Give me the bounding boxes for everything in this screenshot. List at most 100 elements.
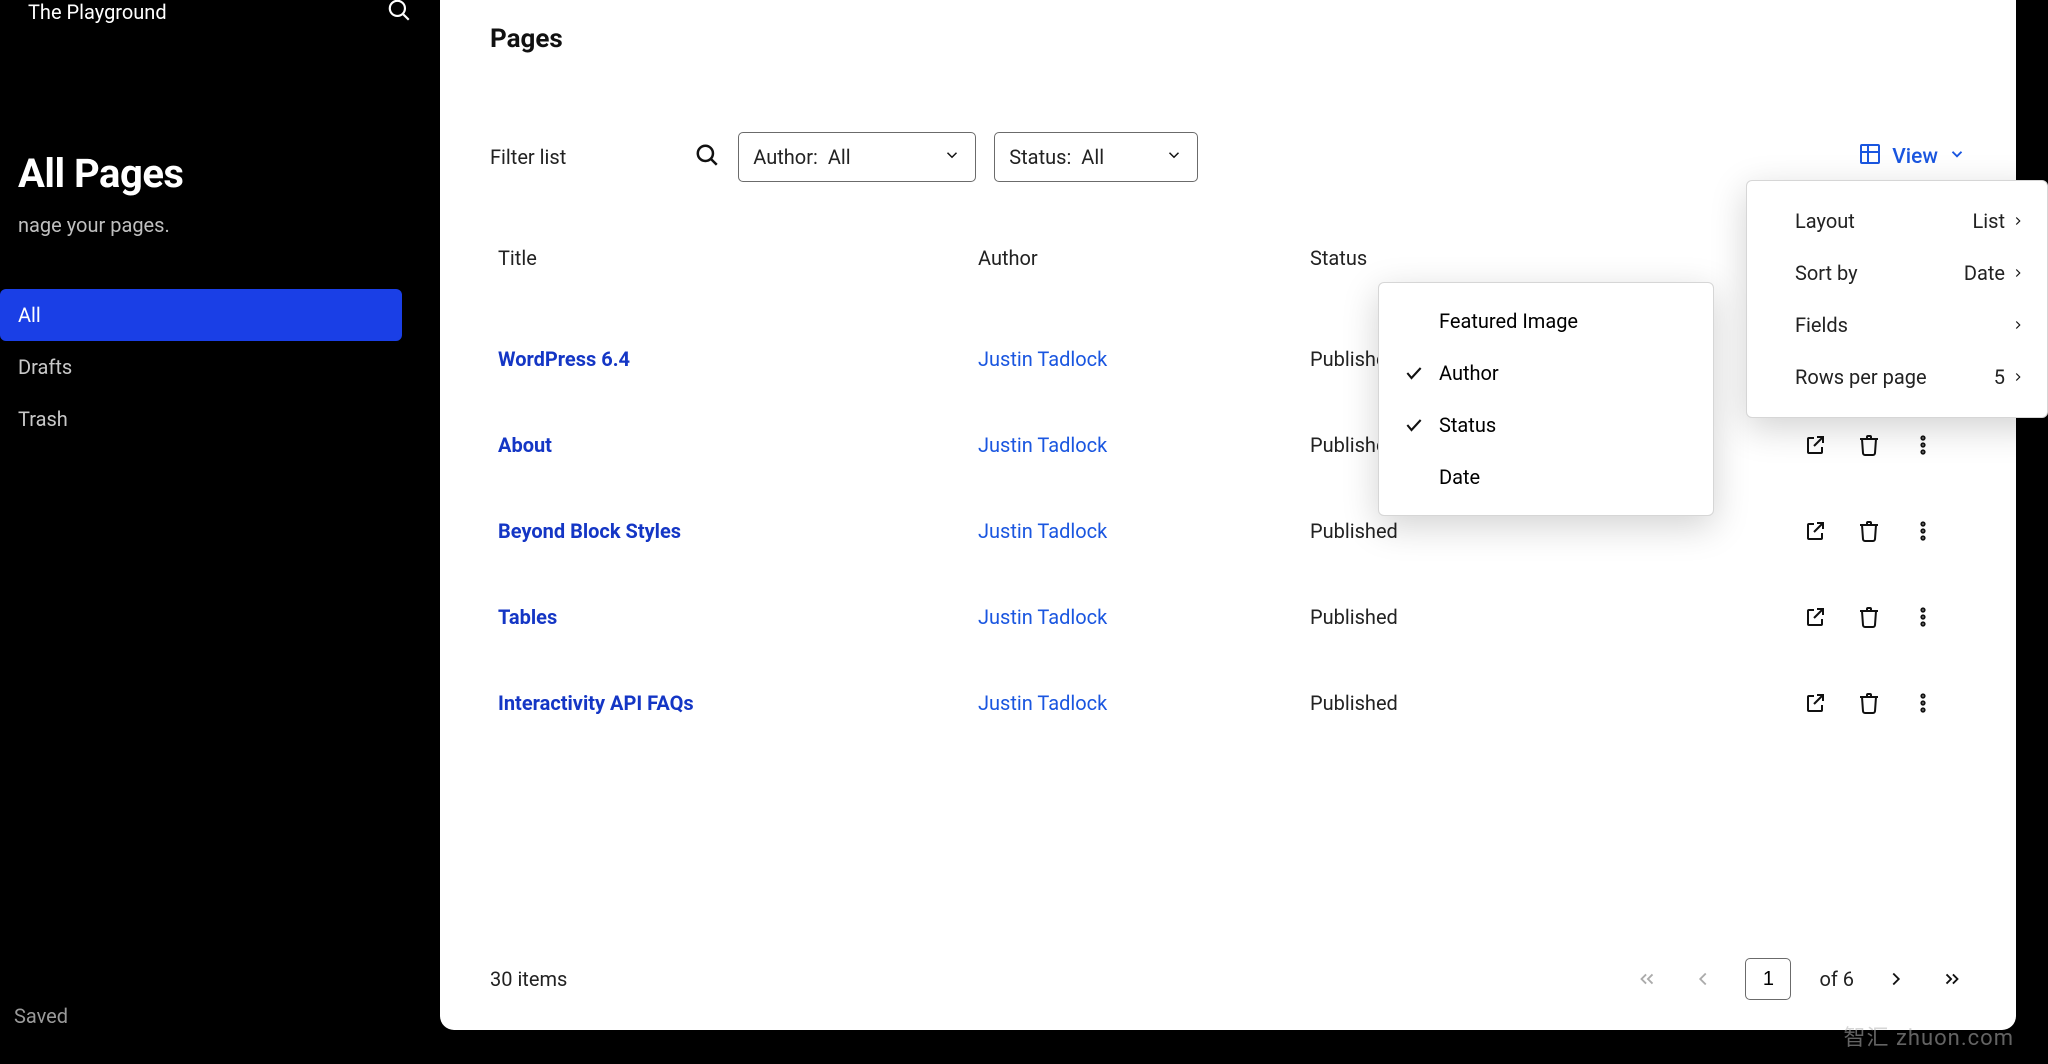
sidebar: The Playground All Pages nage your pages… bbox=[0, 0, 440, 1064]
trash-icon[interactable] bbox=[1854, 516, 1884, 546]
page-subheading: nage your pages. bbox=[18, 197, 412, 237]
more-actions-icon[interactable] bbox=[1908, 688, 1938, 718]
search-icon[interactable] bbox=[386, 0, 412, 27]
page-status: Published bbox=[1310, 519, 1650, 543]
open-external-icon[interactable] bbox=[1800, 688, 1830, 718]
column-header-author[interactable]: Author bbox=[978, 246, 1310, 270]
chevron-down-icon bbox=[1948, 145, 1966, 169]
last-page-button[interactable] bbox=[1938, 965, 1966, 993]
view-option-label: Rows per page bbox=[1795, 365, 1927, 389]
view-option-sort[interactable]: Sort by Date bbox=[1747, 247, 2047, 299]
more-actions-icon[interactable] bbox=[1908, 516, 1938, 546]
page-status: Published bbox=[1310, 605, 1650, 629]
page-author-link[interactable]: Justin Tadlock bbox=[978, 519, 1107, 543]
page-status: Published bbox=[1310, 691, 1650, 715]
page-author-link[interactable]: Justin Tadlock bbox=[978, 605, 1107, 629]
filter-list-label: Filter list bbox=[490, 145, 566, 169]
table-body: WordPress 6.4 Justin Tadlock Published Abou… bbox=[490, 316, 1966, 746]
pagination: of 6 bbox=[1633, 958, 1966, 1000]
view-option-value: Date bbox=[1964, 261, 2025, 285]
fields-option-status[interactable]: Status bbox=[1379, 399, 1713, 451]
fields-option-label: Status bbox=[1439, 413, 1496, 437]
panel-title: Pages bbox=[490, 24, 1966, 54]
view-option-label: Layout bbox=[1795, 209, 1855, 233]
view-button[interactable]: View bbox=[1858, 142, 1966, 172]
view-option-layout[interactable]: Layout List bbox=[1747, 195, 2047, 247]
chevron-right-icon bbox=[2011, 318, 2025, 332]
chevron-down-icon bbox=[943, 145, 961, 169]
fields-option-label: Date bbox=[1439, 465, 1480, 489]
check-icon bbox=[1403, 363, 1425, 383]
author-filter-label: Author: bbox=[753, 145, 818, 169]
open-external-icon[interactable] bbox=[1800, 516, 1830, 546]
page-title-link[interactable]: Tables bbox=[498, 605, 557, 629]
author-filter-dropdown[interactable]: Author: All bbox=[738, 132, 976, 182]
fields-option-author[interactable]: Author bbox=[1379, 347, 1713, 399]
table-row: WordPress 6.4Justin TadlockPublished bbox=[490, 316, 1966, 402]
chevron-right-icon bbox=[2011, 214, 2025, 228]
table-row: Beyond Block Styles Justin Tadlock Publish… bbox=[490, 488, 1966, 574]
table-footer: 30 items of 6 bbox=[490, 958, 1966, 1000]
table-row: Interactivity API FAQs Justin Tadlock Publ… bbox=[490, 660, 1966, 746]
page-number-input[interactable] bbox=[1745, 958, 1791, 1000]
fields-option-date[interactable]: Date bbox=[1379, 451, 1713, 503]
table-view-icon bbox=[1858, 142, 1882, 172]
fields-option-featured-image[interactable]: Featured Image bbox=[1379, 295, 1713, 347]
table-row: AboutJustin TadlockPublished bbox=[490, 402, 1966, 488]
page-title-link[interactable]: Beyond Block Styles bbox=[498, 519, 681, 543]
view-button-label: View bbox=[1892, 145, 1938, 169]
sidebar-item-all[interactable]: All bbox=[0, 289, 402, 341]
chevron-right-icon bbox=[2011, 370, 2025, 384]
sidebar-item-trash[interactable]: Trash bbox=[0, 393, 440, 445]
page-author-link[interactable]: Justin Tadlock bbox=[978, 691, 1107, 715]
page-of-label: of 6 bbox=[1819, 967, 1854, 991]
toolbar: Filter list Author: All Status: All View bbox=[490, 132, 1966, 182]
open-external-icon[interactable] bbox=[1800, 602, 1830, 632]
view-option-value: List bbox=[1973, 209, 2026, 233]
trash-icon[interactable] bbox=[1854, 688, 1884, 718]
site-title: The Playground bbox=[28, 0, 167, 24]
page-author-link[interactable]: Justin Tadlock bbox=[978, 433, 1107, 457]
view-options-popover: Layout List Sort by Date Fields Rows per… bbox=[1746, 180, 2048, 418]
chevron-down-icon bbox=[1165, 145, 1183, 169]
sidebar-item-drafts[interactable]: Drafts bbox=[0, 341, 440, 393]
author-filter-value: All bbox=[828, 145, 851, 169]
prev-page-button[interactable] bbox=[1689, 965, 1717, 993]
view-option-rows-per-page[interactable]: Rows per page 5 bbox=[1747, 351, 2047, 403]
view-option-label: Sort by bbox=[1795, 261, 1858, 285]
search-icon[interactable] bbox=[694, 142, 720, 172]
more-actions-icon[interactable] bbox=[1908, 602, 1938, 632]
open-external-icon[interactable] bbox=[1800, 430, 1830, 460]
status-filter-value: All bbox=[1081, 145, 1104, 169]
column-header-status[interactable]: Status bbox=[1310, 246, 1650, 270]
first-page-button[interactable] bbox=[1633, 965, 1661, 993]
trash-icon[interactable] bbox=[1854, 602, 1884, 632]
fields-popover: Featured Image Author Status Date bbox=[1378, 282, 1714, 516]
table-row: Tables Justin Tadlock Published bbox=[490, 574, 1966, 660]
fields-option-label: Featured Image bbox=[1439, 309, 1578, 333]
next-page-button[interactable] bbox=[1882, 965, 1910, 993]
page-title-link[interactable]: WordPress 6.4 bbox=[498, 347, 630, 371]
main-panel: Pages Filter list Author: All Status: Al… bbox=[440, 0, 2016, 1030]
table-header: Title Author Status bbox=[490, 246, 1966, 270]
page-author-link[interactable]: Justin Tadlock bbox=[978, 347, 1107, 371]
fields-option-label: Author bbox=[1439, 361, 1499, 385]
status-filter-dropdown[interactable]: Status: All bbox=[994, 132, 1198, 182]
view-option-label: Fields bbox=[1795, 313, 1848, 337]
item-count: 30 items bbox=[490, 967, 567, 991]
watermark: 智汇 zhuon.com bbox=[1844, 1020, 2014, 1052]
page-title: All Pages bbox=[18, 150, 412, 197]
view-option-value bbox=[2011, 318, 2025, 332]
more-actions-icon[interactable] bbox=[1908, 430, 1938, 460]
status-filter-label: Status: bbox=[1009, 145, 1071, 169]
saved-indicator: Saved bbox=[14, 1004, 68, 1028]
column-header-title[interactable]: Title bbox=[498, 246, 978, 270]
sidebar-nav: AllDraftsTrash bbox=[0, 289, 440, 445]
view-option-value: 5 bbox=[1994, 365, 2025, 389]
chevron-right-icon bbox=[2011, 266, 2025, 280]
check-icon bbox=[1403, 415, 1425, 435]
page-title-link[interactable]: About bbox=[498, 433, 552, 457]
trash-icon[interactable] bbox=[1854, 430, 1884, 460]
page-title-link[interactable]: Interactivity API FAQs bbox=[498, 691, 694, 715]
view-option-fields[interactable]: Fields bbox=[1747, 299, 2047, 351]
